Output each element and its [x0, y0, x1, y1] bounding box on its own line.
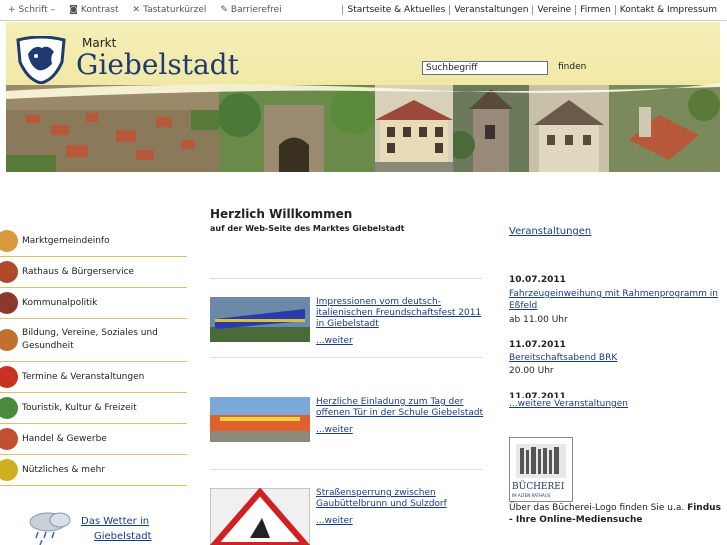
events-heading[interactable]: Veranstaltungen	[509, 226, 591, 237]
library-logo-sub: IM ALTEN RATHAUS	[512, 493, 551, 498]
library-text: Über das Bücherei-Logo finden Sie u.a.	[509, 503, 688, 513]
sidebar-item-label: Touristik, Kultur & Freizeit	[22, 403, 137, 413]
accessibility-tools: + Schrift – ◙ Kontrast ✕ Tastaturkürzel …	[8, 5, 282, 15]
top-nav-events[interactable]: Veranstaltungen	[449, 5, 532, 15]
flower-icon	[0, 459, 18, 481]
sidebar-item-label: Handel & Gewerbe	[22, 434, 107, 444]
sidebar-item-kommunalpolitik[interactable]: Kommunalpolitik	[0, 288, 187, 319]
news-image-roadwork-sign[interactable]	[210, 488, 310, 545]
library-icon	[516, 444, 566, 478]
town-hall-icon	[0, 261, 18, 283]
contrast-icon: ◙	[69, 5, 78, 15]
news-image-festival[interactable]	[210, 297, 310, 342]
separator	[210, 278, 482, 279]
plus-icon: +	[8, 5, 16, 15]
top-nav-companies[interactable]: Firmen	[575, 5, 615, 15]
community-icon	[0, 230, 18, 252]
sidebar-item-termine[interactable]: Termine & Veranstaltungen	[0, 362, 187, 393]
search-input[interactable]: Suchbegriff	[422, 61, 548, 75]
sidebar-item-touristik[interactable]: Touristik, Kultur & Freizeit	[0, 393, 187, 424]
event-title[interactable]: Fahrzeugeinweihung mit Rahmenprogramm in…	[509, 288, 719, 312]
events-more-link[interactable]: ...weitere Veranstaltungen	[509, 399, 628, 409]
news-title-3[interactable]: Straßensperrung zwischen Gaubüttelbrunn …	[316, 488, 486, 510]
event-time: 20.00 Uhr	[509, 366, 554, 376]
font-minus-icon[interactable]: –	[51, 5, 56, 15]
keyboard-label: Tastaturkürzel	[143, 5, 207, 15]
sidebar-item-bildung[interactable]: Bildung, Vereine, Soziales und Gesundhei…	[0, 319, 187, 362]
politics-icon	[0, 292, 18, 314]
font-size-label: Schrift	[18, 5, 48, 15]
sidebar-item-label: Bildung, Vereine, Soziales und Gesundhei…	[22, 328, 158, 351]
sidebar-item-label: Rathaus & Bürgerservice	[22, 267, 135, 277]
sidebar-item-label: Termine & Veranstaltungen	[22, 372, 145, 382]
event-time: ab 11.00 Uhr	[509, 315, 568, 325]
sidebar-item-label: Nützliches & mehr	[22, 465, 106, 475]
keyboard-shortcuts-tool[interactable]: ✕ Tastaturkürzel	[133, 5, 207, 15]
search-button[interactable]: finden	[558, 62, 586, 72]
news-more-2[interactable]: ...weiter	[316, 425, 353, 435]
library-logo[interactable]: BÜCHEREI IM ALTEN RATHAUS	[509, 437, 573, 502]
commerce-icon	[0, 428, 18, 450]
top-nav-contact[interactable]: Kontakt & Impressum	[614, 5, 721, 15]
utility-bar: + Schrift – ◙ Kontrast ✕ Tastaturkürzel …	[0, 0, 727, 21]
top-nav: Startseite & Aktuelles Veranstaltungen V…	[342, 5, 721, 15]
sidebar-item-nuetzliches[interactable]: Nützliches & mehr	[0, 455, 187, 486]
event-date: 11.07.2011	[509, 392, 566, 398]
news-title-2[interactable]: Herzliche Einladung zum Tag der offenen …	[316, 397, 486, 419]
font-size-tool[interactable]: + Schrift –	[8, 5, 55, 15]
sidebar-nav: Marktgemeindeinfo Rathaus & Bürgerservic…	[0, 226, 187, 486]
header-banner: Markt Giebelstadt Suchbegriff finden	[6, 22, 720, 172]
sidebar-item-rathaus[interactable]: Rathaus & Bürgerservice	[0, 257, 187, 288]
separator	[210, 357, 482, 358]
top-nav-clubs[interactable]: Vereine	[532, 5, 575, 15]
news-image-school[interactable]	[210, 397, 310, 442]
accessibility-tool[interactable]: ✎ Barrierefrei	[220, 5, 281, 15]
keyboard-icon: ✕	[132, 5, 141, 15]
top-nav-home[interactable]: Startseite & Aktuelles	[342, 5, 449, 15]
event-title[interactable]: Bereitschaftsabend BRK	[509, 352, 719, 364]
page-subtitle: auf der Web-Seite des Marktes Giebelstad…	[210, 224, 405, 233]
page-title: Herzlich Willkommen	[210, 207, 353, 221]
sidebar-item-label: Kommunalpolitik	[22, 298, 98, 308]
accessibility-label: Barrierefrei	[230, 5, 282, 15]
weather-link-line2[interactable]: Giebelstadt	[94, 531, 152, 542]
contrast-tool[interactable]: ◙ Kontrast	[69, 5, 118, 15]
news-title-1[interactable]: Impressionen vom deutsch-italienischen F…	[316, 297, 486, 330]
event-date: 10.07.2011	[509, 275, 566, 285]
news-more-1[interactable]: ...weiter	[316, 336, 353, 346]
weather-link[interactable]: Das Wetter in Giebelstadt	[26, 510, 186, 545]
sidebar-item-handel[interactable]: Handel & Gewerbe	[0, 424, 187, 455]
contrast-label: Kontrast	[80, 5, 119, 15]
library-logo-title: BÜCHEREI	[512, 482, 565, 492]
news-more-3[interactable]: ...weiter	[316, 516, 353, 526]
tourism-icon	[0, 397, 18, 419]
weather-cloud-icon	[29, 512, 71, 545]
event-date: 11.07.2011	[509, 340, 566, 350]
accessibility-icon: ✎	[220, 5, 228, 15]
header-wave	[6, 83, 720, 99]
sidebar-item-marktgemeindeinfo[interactable]: Marktgemeindeinfo	[0, 226, 187, 257]
weather-link-line1[interactable]: Das Wetter in	[81, 516, 149, 527]
library-description: Über das Bücherei-Logo finden Sie u.a. F…	[509, 502, 724, 526]
education-icon	[0, 329, 18, 351]
separator	[210, 469, 482, 470]
events-icon	[0, 366, 18, 388]
sidebar-item-label: Marktgemeindeinfo	[22, 236, 110, 246]
